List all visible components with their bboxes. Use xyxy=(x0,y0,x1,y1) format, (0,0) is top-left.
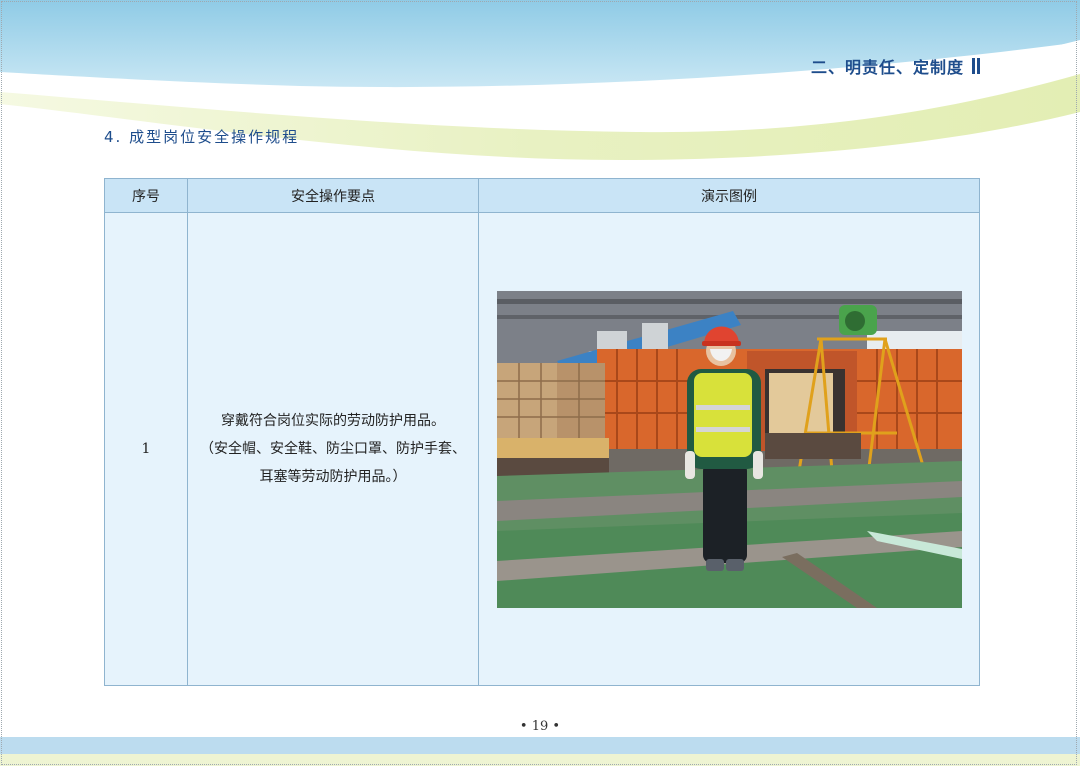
column-header-number: 序号 xyxy=(104,178,188,213)
description-line: 耳塞等劳动防护用品。） xyxy=(259,469,407,485)
footer-stripe xyxy=(0,754,1080,766)
section-tag-text: 二、明责任、定制度 xyxy=(810,58,964,77)
row-illustration xyxy=(478,212,980,686)
table-row: 1 穿戴符合岗位实际的劳动防护用品。 （安全帽、安全鞋、防尘口罩、防护手套、 耳… xyxy=(104,212,980,686)
page-heading: 4. 成型岗位安全操作规程 xyxy=(104,128,300,146)
row-description: 穿戴符合岗位实际的劳动防护用品。 （安全帽、安全鞋、防尘口罩、防护手套、 耳塞等… xyxy=(187,212,479,686)
column-header-illustration: 演示图例 xyxy=(478,178,980,213)
description-line: 穿戴符合岗位实际的劳动防护用品。 xyxy=(221,413,445,429)
description-line: （安全帽、安全鞋、防尘口罩、防护手套、 xyxy=(200,441,466,457)
column-header-key-points: 安全操作要点 xyxy=(187,178,479,213)
page-number: • 19 • xyxy=(519,719,561,734)
row-number: 1 xyxy=(104,212,188,686)
section-tag-bars-icon xyxy=(972,58,980,74)
section-tag: 二、明责任、定制度 xyxy=(811,54,980,78)
table-header-row: 序号 安全操作要点 演示图例 xyxy=(104,178,980,213)
procedure-table: 序号 安全操作要点 演示图例 1 穿戴符合岗位实际的劳动防护用品。 （安全帽、安… xyxy=(104,178,980,686)
worker-ppe-photo xyxy=(496,290,962,608)
footer-band xyxy=(0,737,1080,754)
